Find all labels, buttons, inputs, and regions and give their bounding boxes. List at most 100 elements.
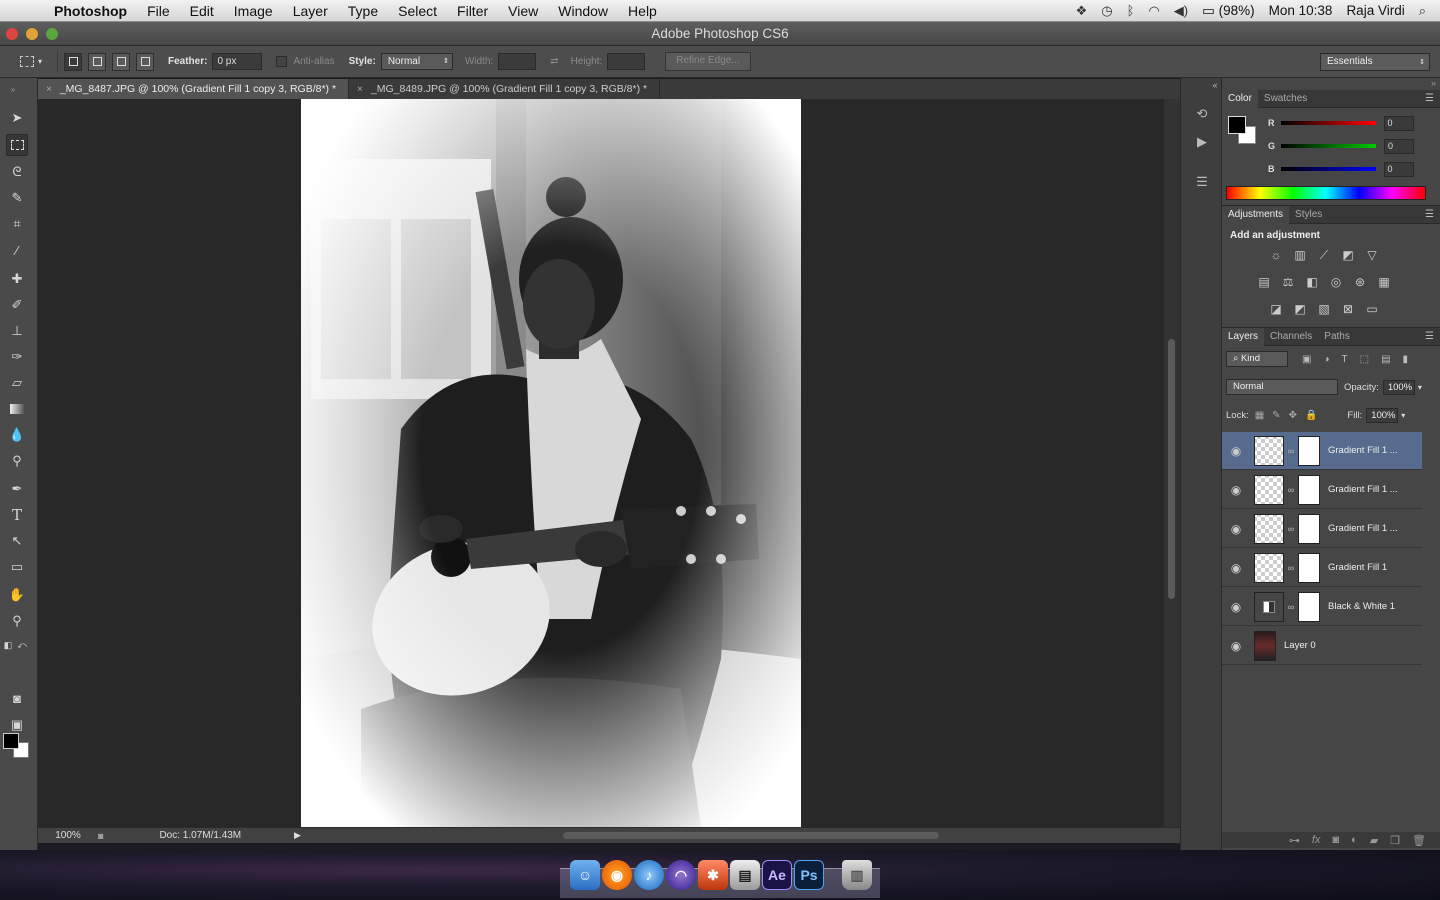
panel-menu-icon[interactable]: ☰ [1425, 93, 1440, 104]
user-name[interactable]: Raja Virdi [1346, 3, 1404, 18]
workspace-select[interactable]: Essentials ⇕ [1320, 53, 1430, 71]
trash-icon[interactable]: ▥ [842, 860, 872, 890]
color-lookup-icon[interactable]: ▦ [1376, 275, 1392, 289]
reason-icon[interactable]: ✱ [698, 860, 728, 890]
blue-value-input[interactable]: 0 [1383, 161, 1414, 177]
mask-link-icon[interactable]: ∞ [1284, 446, 1298, 456]
time-machine-icon[interactable]: ◷ [1101, 3, 1112, 19]
fill-dropdown-icon[interactable]: ▾ [1401, 411, 1405, 420]
foreground-color-swatch[interactable] [1228, 116, 1246, 134]
move-tool-icon[interactable]: ➤ [6, 107, 28, 129]
rectangular-marquee-tool-icon[interactable] [6, 134, 28, 156]
zoom-level[interactable]: 100% [38, 830, 98, 841]
menu-select[interactable]: Select [388, 3, 447, 19]
height-input[interactable] [607, 53, 646, 70]
opacity-dropdown-icon[interactable]: ▾ [1418, 383, 1422, 392]
eraser-tool-icon[interactable]: ▱ [6, 372, 28, 394]
brightness-contrast-icon[interactable]: ☼ [1268, 248, 1284, 262]
mask-link-icon[interactable]: ∞ [1284, 563, 1298, 573]
status-info-icon[interactable]: ◙ [98, 831, 103, 841]
finder-icon[interactable]: ☺ [570, 860, 600, 890]
dropbox-icon[interactable]: ❖ [1076, 3, 1088, 19]
tab-paths[interactable]: Paths [1318, 328, 1356, 346]
selective-color-icon[interactable]: ⊠ [1340, 302, 1356, 316]
type-tool-icon[interactable]: T [6, 504, 28, 526]
invert-icon[interactable]: ◪ [1268, 302, 1284, 316]
black-white-icon[interactable]: ◧ [1304, 275, 1320, 289]
visibility-eye-icon[interactable]: ◉ [1222, 522, 1250, 536]
posterize-icon[interactable]: ◩ [1292, 302, 1308, 316]
eyedropper-tool-icon[interactable]: ⁄ [6, 239, 28, 261]
filter-smart-object-icon[interactable]: ▤ [1381, 354, 1390, 365]
hand-tool-icon[interactable]: ✋ [6, 584, 28, 606]
filter-pixel-icon[interactable]: ▣ [1302, 354, 1311, 365]
window-close-button[interactable] [6, 28, 18, 40]
document-tab[interactable]: × _MG_8489.JPG @ 100% (Gradient Fill 1 c… [349, 79, 661, 99]
menu-app-name[interactable]: Photoshop [54, 3, 137, 19]
visibility-eye-icon[interactable]: ◉ [1222, 639, 1250, 653]
logic-icon[interactable]: ◠ [666, 860, 696, 890]
status-menu-arrow-icon[interactable]: ▶ [294, 830, 301, 841]
tab-styles[interactable]: Styles [1289, 206, 1328, 224]
pen-tool-icon[interactable]: ✒ [6, 478, 28, 500]
intersect-selection-mode-button[interactable] [136, 52, 154, 71]
filter-adjustment-icon[interactable]: ◑ [1323, 354, 1329, 365]
red-value-input[interactable]: 0 [1383, 115, 1414, 131]
menu-image[interactable]: Image [224, 3, 283, 19]
visibility-eye-icon[interactable]: ◉ [1222, 561, 1250, 575]
gradient-tool-icon[interactable] [6, 398, 28, 420]
menu-edit[interactable]: Edit [180, 3, 224, 19]
photo-filter-icon[interactable]: ◎ [1328, 275, 1344, 289]
mask-link-icon[interactable]: ∞ [1284, 602, 1298, 612]
blur-tool-icon[interactable]: 💧 [6, 424, 28, 446]
lock-pixels-icon[interactable]: ✎ [1272, 410, 1280, 421]
layer-row[interactable]: ◉ ∞ Gradient Fill 1 ... [1222, 510, 1422, 548]
link-layers-icon[interactable]: ⊶ [1289, 834, 1300, 847]
layer-mask-thumbnail[interactable] [1298, 474, 1320, 505]
menu-file[interactable]: File [137, 3, 180, 19]
screen-mode-icon[interactable]: ▣ [6, 714, 28, 736]
volume-icon[interactable]: ◀) [1174, 3, 1188, 19]
antialias-checkbox[interactable] [276, 56, 288, 67]
window-zoom-button[interactable] [46, 28, 58, 40]
mask-link-icon[interactable]: ∞ [1284, 524, 1298, 534]
lock-transparent-icon[interactable]: ▦ [1255, 410, 1264, 421]
filter-kind-select[interactable]: ⌕ Kind [1226, 351, 1288, 367]
layer-row[interactable]: ◉ ∞ Black & White 1 [1222, 588, 1422, 626]
tab-color[interactable]: Color [1222, 89, 1258, 108]
close-tab-icon[interactable]: × [357, 84, 363, 95]
red-track[interactable] [1280, 121, 1376, 125]
photoshop-icon[interactable]: Ps [794, 860, 824, 890]
lasso-tool-icon[interactable]: ᘓ [6, 161, 28, 183]
curves-icon[interactable]: ⟋ [1316, 248, 1332, 262]
quick-mask-icon[interactable]: ◙ [6, 687, 28, 709]
panel-menu-icon[interactable]: ☰ [1425, 209, 1440, 220]
exposure-icon[interactable]: ◩ [1340, 248, 1356, 262]
green-slider[interactable]: G 0 [1268, 138, 1438, 154]
blue-track[interactable] [1280, 167, 1376, 171]
actions-panel-icon[interactable]: ▶ [1192, 134, 1212, 154]
red-slider[interactable]: R 0 [1268, 115, 1438, 131]
vertical-scrollbar[interactable] [1164, 99, 1180, 827]
layer-mask-thumbnail[interactable] [1298, 552, 1320, 583]
layer-mask-thumbnail[interactable] [1298, 435, 1320, 466]
visibility-eye-icon[interactable]: ◉ [1222, 444, 1250, 458]
horizontal-scrollbar-thumb[interactable] [563, 832, 939, 839]
menu-window[interactable]: Window [548, 3, 618, 19]
default-colors-icon[interactable]: ◧ [2, 634, 14, 656]
fill-input[interactable]: 100% [1366, 407, 1399, 423]
close-tab-icon[interactable]: × [46, 84, 52, 95]
menu-filter[interactable]: Filter [447, 3, 498, 19]
swap-colors-icon[interactable]: ⤺ [16, 634, 28, 656]
layer-row[interactable]: ◉ Layer 0 [1222, 627, 1422, 665]
levels-icon[interactable]: ▥ [1292, 248, 1308, 262]
clock[interactable]: Mon 10:38 [1269, 3, 1333, 18]
visibility-eye-icon[interactable]: ◉ [1222, 483, 1250, 497]
blend-mode-select[interactable]: Normal [1226, 379, 1338, 395]
layer-mask-thumbnail[interactable] [1298, 591, 1320, 622]
swap-width-height-icon[interactable]: ⇄ [550, 56, 558, 67]
zoom-tool-icon[interactable]: ⚲ [6, 610, 28, 632]
opacity-input[interactable]: 100% [1382, 379, 1415, 395]
tab-swatches[interactable]: Swatches [1258, 90, 1313, 108]
refine-edge-button[interactable]: Refine Edge... [665, 52, 751, 71]
